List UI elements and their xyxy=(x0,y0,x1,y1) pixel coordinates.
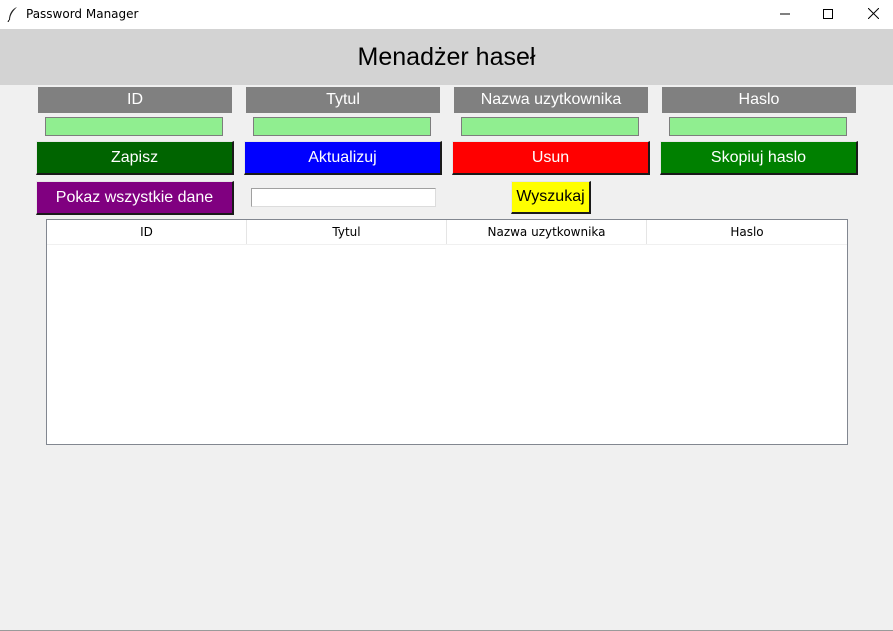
window-title: Password Manager xyxy=(26,7,139,21)
app-window: Password Manager Menadżer haseł ID Tytul… xyxy=(0,0,893,631)
copy-password-button[interactable]: Skopiuj haslo xyxy=(660,141,858,175)
feather-icon xyxy=(6,6,20,23)
title-label: Tytul xyxy=(246,87,440,113)
minimize-button[interactable] xyxy=(762,0,808,29)
column-header-title[interactable]: Tytul xyxy=(247,220,447,244)
minimize-icon xyxy=(780,6,790,24)
page-title: Menadżer haseł xyxy=(357,42,536,71)
column-header-username[interactable]: Nazwa uzytkownika xyxy=(447,220,647,244)
column-header-id[interactable]: ID xyxy=(47,220,247,244)
title-field[interactable] xyxy=(253,117,431,136)
password-field[interactable] xyxy=(669,117,847,136)
search-input[interactable] xyxy=(251,188,436,207)
show-all-button[interactable]: Pokaz wszystkie dane xyxy=(36,181,234,215)
username-label: Nazwa uzytkownika xyxy=(454,87,648,113)
close-icon xyxy=(867,6,879,24)
password-label: Haslo xyxy=(662,87,856,113)
update-button[interactable]: Aktualizuj xyxy=(244,141,442,175)
id-label: ID xyxy=(38,87,232,113)
maximize-button[interactable] xyxy=(805,0,851,29)
column-header-password[interactable]: Haslo xyxy=(647,220,847,244)
save-button[interactable]: Zapisz xyxy=(36,141,234,175)
title-bar: Password Manager xyxy=(0,0,893,29)
username-field[interactable] xyxy=(461,117,639,136)
app-header: Menadżer haseł xyxy=(0,29,893,85)
maximize-icon xyxy=(823,6,833,24)
table-header: ID Tytul Nazwa uzytkownika Haslo xyxy=(47,220,847,245)
close-button[interactable] xyxy=(850,0,893,29)
delete-button[interactable]: Usun xyxy=(452,141,650,175)
search-button[interactable]: Wyszukaj xyxy=(511,181,591,214)
data-table[interactable]: ID Tytul Nazwa uzytkownika Haslo xyxy=(46,219,848,445)
id-field[interactable] xyxy=(45,117,223,136)
